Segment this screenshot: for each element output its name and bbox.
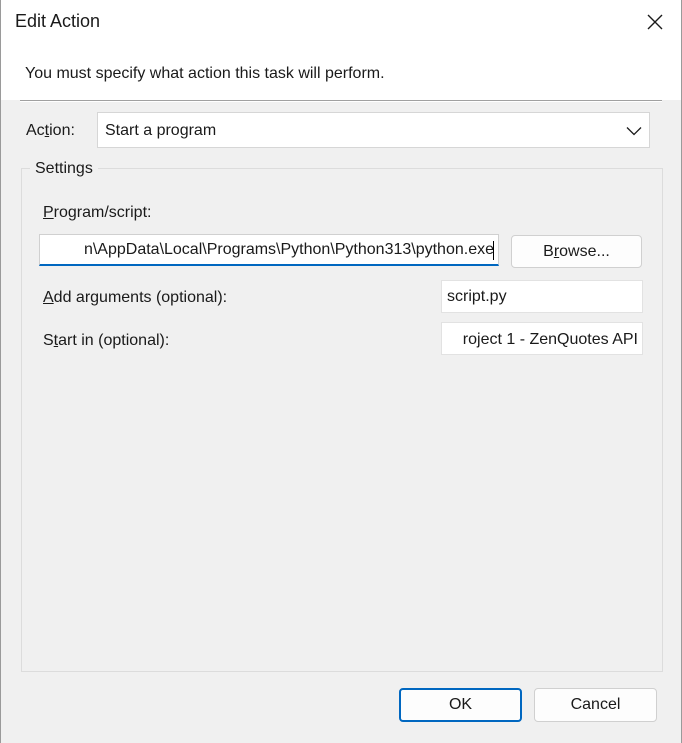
action-label-suffix: ion: <box>49 122 75 139</box>
chevron-down-icon <box>626 127 642 136</box>
close-icon <box>647 14 663 30</box>
action-label-prefix: Ac <box>26 122 45 139</box>
start-in-label-prefix: S <box>43 332 54 349</box>
program-label-rest: rogram/script: <box>53 204 152 221</box>
action-dropdown[interactable]: Start a program <box>97 112 650 148</box>
browse-button[interactable]: Browse... <box>511 235 642 268</box>
program-script-label: Program/script: <box>43 204 151 222</box>
edit-action-dialog: Edit Action You must specify what action… <box>0 0 682 743</box>
header-area: You must specify what action this task w… <box>1 44 681 100</box>
close-button[interactable] <box>637 4 673 40</box>
browse-label-suffix: owse... <box>559 243 610 260</box>
cancel-button[interactable]: Cancel <box>534 688 657 722</box>
start-in-value: roject 1 - ZenQuotes API <box>462 331 638 348</box>
window-title: Edit Action <box>15 11 101 31</box>
start-in-label: Start in (optional): <box>43 332 169 350</box>
action-dropdown-value: Start a program <box>105 122 217 139</box>
add-arguments-value: script.py <box>447 288 507 305</box>
program-script-input[interactable]: n\AppData\Local\Programs\Python\Python31… <box>39 234 499 266</box>
title-bar: Edit Action <box>1 0 681 44</box>
program-label-mnemonic: P <box>43 204 54 221</box>
arguments-label-mnemonic: A <box>43 289 54 306</box>
action-label: Action: <box>26 122 75 140</box>
start-in-input[interactable]: roject 1 - ZenQuotes API <box>441 322 643 355</box>
browse-label-prefix: B <box>543 243 554 260</box>
instruction-text: You must specify what action this task w… <box>25 65 385 82</box>
text-caret <box>493 241 494 260</box>
start-in-label-rest: art in (optional): <box>58 332 170 349</box>
add-arguments-label: Add arguments (optional): <box>43 289 227 307</box>
arguments-label-rest: dd arguments (optional): <box>53 289 228 306</box>
add-arguments-input[interactable]: script.py <box>441 280 643 313</box>
settings-legend: Settings <box>30 160 98 178</box>
program-script-value: n\AppData\Local\Programs\Python\Python31… <box>83 241 494 258</box>
ok-button[interactable]: OK <box>399 688 522 722</box>
header-separator <box>20 100 662 102</box>
